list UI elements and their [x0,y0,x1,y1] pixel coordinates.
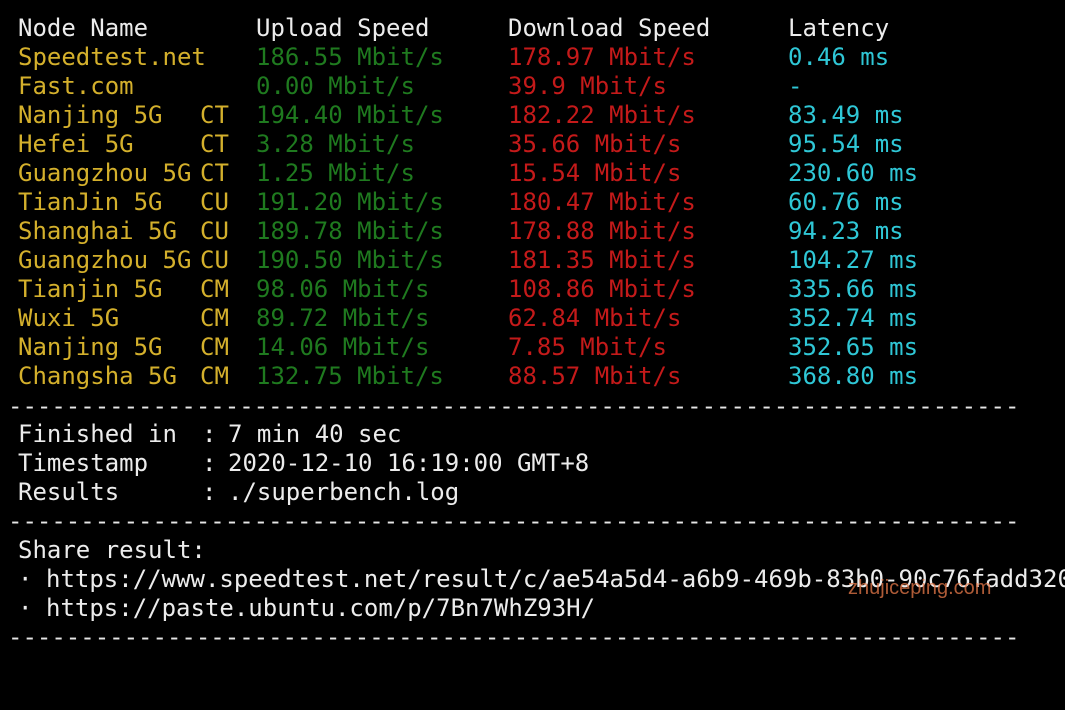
download-speed-cell: 7.85 Mbit/s [508,333,667,361]
info-separator: : [202,478,217,506]
node-name-cell: Shanghai 5G [18,217,177,245]
node-name-cell: Speedtest.net [18,43,206,71]
table-row: Guangzhou 5G CT 1.25 Mbit/s 15.54 Mbit/s 230… [0,159,1065,188]
info-label: Results [18,478,120,506]
node-name-cell: Guangzhou 5G [18,246,192,274]
info-value: ./superbench.log [228,478,460,506]
header-latency: Latency [788,14,890,42]
latency-cell: 60.76 ms [788,188,904,216]
table-row: TianJin 5G CU 191.20 Mbit/s 180.47 Mbit/s 60… [0,188,1065,217]
table-header: Node Name Upload Speed Download Speed La… [0,14,1065,43]
upload-speed-cell: 191.20 Mbit/s [256,188,444,216]
download-speed-cell: 35.66 Mbit/s [508,130,682,158]
isp-cell: CM [200,333,229,361]
node-name-cell: Nanjing 5G [18,101,163,129]
latency-cell: 83.49 ms [788,101,904,129]
node-name-cell: Wuxi 5G [18,304,120,332]
node-name-cell: Changsha 5G [18,362,177,390]
info-row-finished: Finished in : 7 min 40 sec [0,420,1065,449]
download-speed-cell: 182.22 Mbit/s [508,101,696,129]
table-row: Guangzhou 5G CU 190.50 Mbit/s 181.35 Mbit/s… [0,246,1065,275]
isp-cell: CT [200,130,229,158]
info-separator: : [202,420,217,448]
header-node-name: Node Name [18,14,149,42]
isp-cell: CM [200,304,229,332]
upload-speed-cell: 132.75 Mbit/s [256,362,444,390]
upload-speed-cell: 3.28 Mbit/s [256,130,415,158]
download-speed-cell: 180.47 Mbit/s [508,188,696,216]
table-row: Changsha 5G CM 132.75 Mbit/s 88.57 Mbit/s 36… [0,362,1065,391]
download-speed-cell: 181.35 Mbit/s [508,246,696,274]
info-separator: : [202,449,217,477]
upload-speed-cell: 98.06 Mbit/s [256,275,430,303]
download-speed-cell: 108.86 Mbit/s [508,275,696,303]
upload-speed-cell: 189.78 Mbit/s [256,217,444,245]
latency-cell: - [788,72,803,100]
watermark-text: zhujiceping.com [848,577,992,599]
table-row: Wuxi 5G CM 89.72 Mbit/s 62.84 Mbit/s 352.74 … [0,304,1065,333]
top-divider: ----------------------------------------… [8,0,1019,8]
isp-cell: CU [200,246,229,274]
upload-speed-cell: 14.06 Mbit/s [256,333,430,361]
isp-cell: CT [200,159,229,187]
latency-cell: 94.23 ms [788,217,904,245]
download-speed-cell: 88.57 Mbit/s [508,362,682,390]
info-value: 7 min 40 sec [228,420,402,448]
node-name-cell: Nanjing 5G [18,333,163,361]
latency-cell: 104.27 ms [788,246,919,274]
node-name-cell: Guangzhou 5G [18,159,192,187]
upload-speed-cell: 186.55 Mbit/s [256,43,444,71]
divider: ----------------------------------------… [8,507,1020,535]
table-row: Fast.com 0.00 Mbit/s 39.9 Mbit/s - [0,72,1065,101]
header-download-speed: Download Speed [508,14,711,42]
info-label: Timestamp [18,449,149,477]
download-speed-cell: 178.88 Mbit/s [508,217,696,245]
download-speed-cell: 15.54 Mbit/s [508,159,682,187]
isp-cell: CU [200,188,229,216]
node-name-cell: Hefei 5G [18,130,134,158]
isp-cell: CT [200,101,229,129]
upload-speed-cell: 190.50 Mbit/s [256,246,444,274]
terminal-window: ----------------------------------------… [0,0,1065,651]
paste-ubuntu-link[interactable]: https://paste.ubuntu.com/p/7Bn7WhZ93H/ [46,594,595,623]
node-name-cell: Fast.com [18,72,134,100]
info-row-timestamp: Timestamp : 2020-12-10 16:19:00 GMT+8 [0,449,1065,478]
bullet-icon: · [18,594,33,622]
table-row: Speedtest.net 186.55 Mbit/s 178.97 Mbit/s 0… [0,43,1065,72]
isp-cell: CU [200,217,229,245]
info-label: Finished in [18,420,177,448]
download-speed-cell: 62.84 Mbit/s [508,304,682,332]
isp-cell: CM [200,275,229,303]
upload-speed-cell: 194.40 Mbit/s [256,101,444,129]
node-name-cell: TianJin 5G [18,188,163,216]
table-row: Shanghai 5G CU 189.78 Mbit/s 178.88 Mbit/s 9… [0,217,1065,246]
upload-speed-cell: 0.00 Mbit/s [256,72,415,100]
info-row-results: Results : ./superbench.log [0,478,1065,507]
divider: ----------------------------------------… [8,392,1020,420]
bottom-divider: ----------------------------------------… [8,623,1020,651]
latency-cell: 230.60 ms [788,159,919,187]
latency-cell: 335.66 ms [788,275,919,303]
download-speed-cell: 39.9 Mbit/s [508,72,667,100]
node-name-cell: Tianjin 5G [18,275,163,303]
latency-cell: 368.80 ms [788,362,919,390]
bullet-icon: · [18,565,33,593]
isp-cell: CM [200,362,229,390]
latency-cell: 352.74 ms [788,304,919,332]
download-speed-cell: 178.97 Mbit/s [508,43,696,71]
info-value: 2020-12-10 16:19:00 GMT+8 [228,449,590,477]
upload-speed-cell: 1.25 Mbit/s [256,159,415,187]
latency-cell: 95.54 ms [788,130,904,158]
latency-cell: 0.46 ms [788,43,890,71]
share-title: Share result: [0,536,1065,565]
header-upload-speed: Upload Speed [256,14,430,42]
table-row: Tianjin 5G CM 98.06 Mbit/s 108.86 Mbit/s 335… [0,275,1065,304]
table-row: Nanjing 5G CM 14.06 Mbit/s 7.85 Mbit/s 352.6… [0,333,1065,362]
upload-speed-cell: 89.72 Mbit/s [256,304,430,332]
latency-cell: 352.65 ms [788,333,919,361]
share-title-text: Share result: [18,536,206,564]
table-row: Nanjing 5G CT 194.40 Mbit/s 182.22 Mbit/s 83… [0,101,1065,130]
table-row: Hefei 5G CT 3.28 Mbit/s 35.66 Mbit/s 95.54 m… [0,130,1065,159]
